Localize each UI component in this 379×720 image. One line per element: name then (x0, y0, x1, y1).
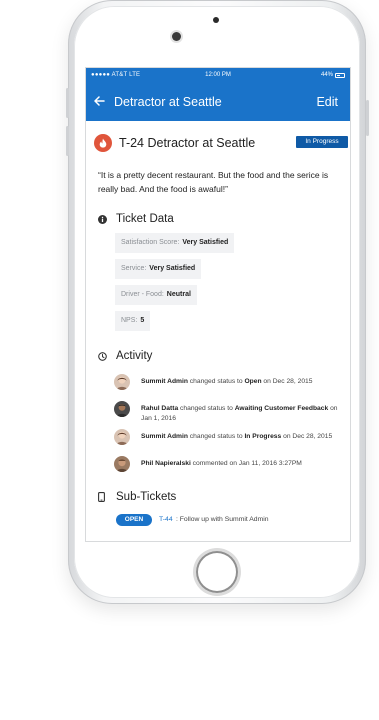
edit-button[interactable]: Edit (316, 94, 338, 110)
activity-date: on Jan 11, 2016 3:27PM (229, 460, 302, 467)
sensor-dot (213, 17, 219, 23)
avatar (114, 429, 130, 445)
activity-target: Awaiting Customer Feedback (234, 405, 329, 412)
field-key: Satisfaction Score: (121, 239, 180, 246)
field-key: Driver - Food: (121, 291, 164, 298)
activity-action: changed status to (180, 405, 233, 412)
field-chip: NPS: 5 (115, 311, 151, 331)
field-chip: Service: Very Satisfied (115, 259, 202, 279)
nav-bar: Detractor at Seattle Edit (86, 83, 350, 121)
arrow-left-icon[interactable] (94, 91, 105, 111)
clock-icon (98, 351, 107, 365)
activity-user: Rahul Datta (141, 405, 179, 412)
flame-icon (94, 134, 112, 152)
volume-button (66, 88, 69, 118)
activity-date: on Dec 28, 2015 (263, 378, 313, 385)
section-title: Ticket Data (116, 213, 174, 225)
activity-text: Phil Napieralski commented on Jan 11, 20… (141, 459, 341, 469)
activity-target: In Progress (244, 433, 282, 440)
avatar (114, 401, 130, 417)
home-button[interactable] (196, 551, 238, 593)
ticket-title: T-24 Detractor at Seattle (119, 136, 256, 150)
battery-icon (335, 72, 345, 78)
activity-action: changed status to (189, 433, 243, 440)
clock-label: 12:00 PM (205, 72, 231, 78)
power-button (366, 100, 369, 136)
field-value: 5 (140, 317, 145, 324)
subticket-title: : Follow up with Summit Admin (176, 516, 269, 523)
activity-text: Summit Admin changed status to Open on D… (141, 377, 341, 387)
avatar (114, 374, 130, 390)
activity-target: Open (244, 378, 262, 385)
field-value: Very Satisfied (149, 265, 196, 272)
activity-user: Summit Admin (141, 433, 188, 440)
field-key: Service: (121, 265, 147, 272)
activity-action: changed status to (189, 378, 243, 385)
ticket-description: “It is a pretty decent restaurant. But t… (98, 170, 329, 194)
avatar (114, 456, 130, 472)
status-bar: ●●●●● AT&T LTE 12:00 PM 44% (86, 68, 350, 83)
app-screen: ●●●●● AT&T LTE 12:00 PM 44% Detractor at… (86, 68, 350, 541)
activity-text: Rahul Datta changed status to Awaiting C… (141, 404, 341, 424)
subticket-status-pill: OPEN (116, 514, 152, 526)
volume-button (66, 126, 69, 156)
activity-date: on Dec 28, 2015 (283, 433, 333, 440)
battery-indicator: 44% (321, 72, 345, 78)
activity-user: Phil Napieralski (141, 460, 191, 467)
status-badge: In Progress (296, 136, 348, 148)
section-title: Activity (116, 350, 153, 362)
field-value: Neutral (166, 291, 191, 298)
field-value: Very Satisfied (182, 239, 229, 246)
mobile-icon (98, 492, 105, 506)
field-chip: Satisfaction Score: Very Satisfied (115, 233, 235, 253)
activity-user: Summit Admin (141, 378, 188, 385)
info-icon (98, 214, 107, 228)
activity-text: Summit Admin changed status to In Progre… (141, 432, 341, 442)
battery-percent: 44% (320, 72, 333, 78)
nav-title: Detractor at Seattle (114, 95, 222, 109)
field-chip: Driver - Food: Neutral (115, 285, 197, 305)
front-camera (172, 32, 181, 41)
subticket-item[interactable]: OPEN T-44 : Follow up with Summit Admin (116, 514, 346, 528)
activity-action: commented (192, 460, 228, 467)
section-title: Sub-Tickets (116, 491, 177, 503)
ticket-header: T-24 Detractor at Seattle In Progress (94, 134, 348, 156)
field-key: NPS: (121, 317, 138, 324)
subticket-link[interactable]: T-44 (159, 516, 173, 523)
